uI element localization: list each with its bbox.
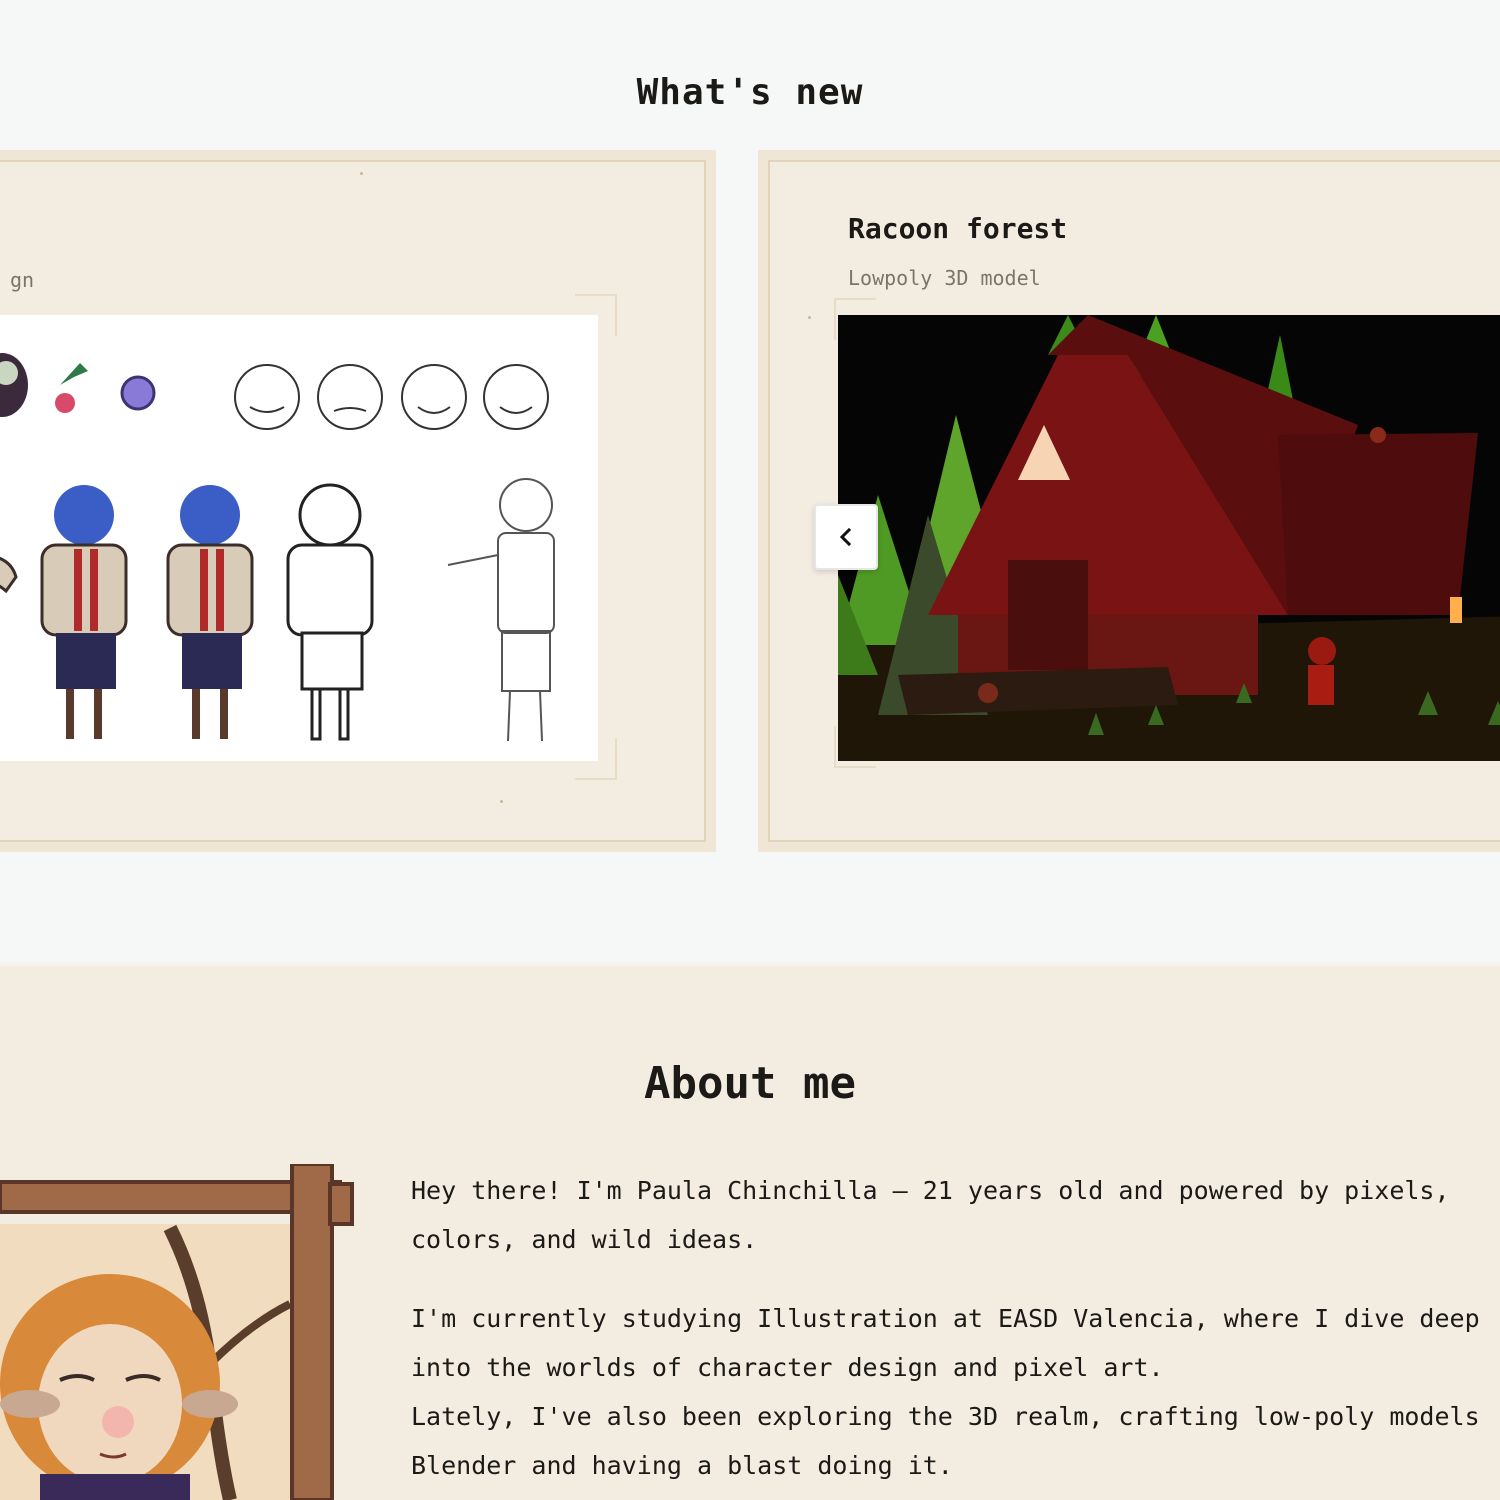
card-subtitle: Lowpoly 3D model <box>848 266 1041 290</box>
about-paragraph: I'm currently studying Illustration at E… <box>411 1304 1480 1382</box>
character-sheet-illustration <box>0 353 555 742</box>
chevron-left-icon <box>839 527 852 547</box>
torn-paper-edge <box>0 960 1500 970</box>
character-sheet-image[interactable] <box>0 315 598 761</box>
project-card-character-design[interactable]: gn <box>0 150 716 852</box>
card-subtitle: gn <box>10 268 35 292</box>
portrait-illustration <box>0 1164 354 1500</box>
card-title: Racoon forest <box>848 212 1068 245</box>
about-paragraph: Hey there! I'm Paula Chinchilla – 21 yea… <box>411 1176 1450 1254</box>
about-section: About me Hey there! I'm Paula Chinchilla… <box>0 960 1500 1500</box>
whats-new-title: What's new <box>636 72 864 113</box>
racoon-forest-render <box>838 315 1500 761</box>
racoon-forest-image[interactable] <box>838 315 1500 761</box>
project-card-racoon-forest[interactable]: Racoon forest Lowpoly 3D model <box>758 150 1500 852</box>
about-paragraph: Lately, I've also been exploring the 3D … <box>411 1402 1480 1480</box>
about-title: About me <box>644 1058 856 1109</box>
carousel-prev-button[interactable] <box>814 504 878 570</box>
